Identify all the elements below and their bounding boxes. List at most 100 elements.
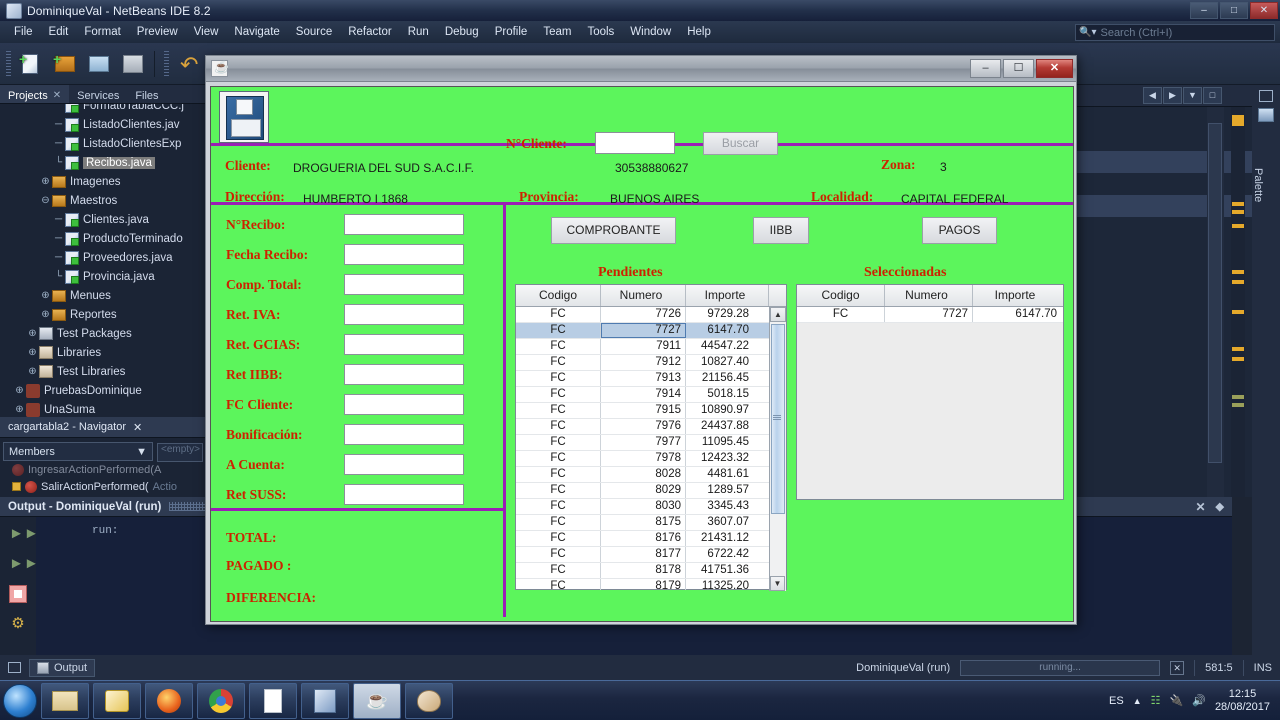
tree-item-imagenes[interactable]: ⊕ Imagenes: [0, 172, 205, 191]
tab-list-button[interactable]: ▼: [1183, 87, 1202, 104]
tree-item-menues[interactable]: ⊕ Menues: [0, 286, 205, 305]
taskbar-clock[interactable]: 12:15 28/08/2017: [1215, 688, 1274, 714]
editor-vertical-scrollbar[interactable]: [1207, 107, 1224, 497]
palette-icon[interactable]: [1258, 108, 1274, 122]
pagos-button[interactable]: PAGOS: [922, 217, 997, 244]
open-project-button[interactable]: [85, 49, 115, 79]
navigator-filter-input[interactable]: <empty>: [157, 443, 203, 462]
menu-help[interactable]: Help: [679, 24, 719, 40]
dialog-window-controls[interactable]: – ☐ ✕: [970, 59, 1073, 78]
navigator-member-list[interactable]: IngresarActionPerformed(A SalirActionPer…: [0, 461, 205, 495]
menu-file[interactable]: File: [6, 24, 41, 40]
dialog-minimize-button[interactable]: –: [970, 59, 1001, 78]
input-ret-gcias[interactable]: [344, 334, 464, 355]
table-row[interactable]: FC 8177 6722.42: [516, 547, 786, 563]
ide-close-button[interactable]: ✕: [1250, 2, 1278, 19]
table-row[interactable]: FC 7727 6147.70: [516, 323, 786, 339]
tree-item-clientes-java[interactable]: ─ Clientes.java: [0, 210, 205, 229]
paint-icon[interactable]: [405, 682, 453, 719]
tree-expander-icon[interactable]: ⊕: [13, 385, 26, 396]
tree-item-recibos-java[interactable]: └ Recibos.java: [0, 153, 205, 172]
list-item[interactable]: SalirActionPerformed(Actio: [12, 478, 205, 495]
tree-item-proveedores-java[interactable]: ─ Proveedores.java: [0, 248, 205, 267]
scrollbar-thumb[interactable]: [1208, 123, 1222, 463]
dialog-close-button[interactable]: ✕: [1036, 59, 1073, 78]
scroll-left-button[interactable]: ◀: [1143, 87, 1162, 104]
table-row[interactable]: FC 8028 4481.61: [516, 467, 786, 483]
scroll-up-icon[interactable]: ▲: [770, 307, 786, 322]
scroll-down-icon[interactable]: ▼: [770, 576, 785, 591]
column-header-importe[interactable]: Importe: [686, 285, 769, 306]
toolbar-grip[interactable]: [164, 50, 169, 77]
tree-expander-icon[interactable]: ⊕: [26, 366, 39, 377]
menu-profile[interactable]: Profile: [487, 24, 536, 40]
tree-expander-icon[interactable]: ⊕: [39, 290, 52, 301]
pendientes-scrollbar[interactable]: ▲ ▼: [769, 307, 786, 591]
close-icon[interactable]: ✕: [133, 421, 142, 434]
input-fecha-recibo[interactable]: [344, 244, 464, 265]
search-input[interactable]: 🔍▾ Search (Ctrl+I): [1075, 24, 1275, 41]
windows-start-icon[interactable]: [3, 683, 37, 718]
menu-view[interactable]: View: [186, 24, 227, 40]
dialog-title-bar[interactable]: – ☐ ✕: [206, 56, 1076, 82]
network-icon[interactable]: ☷: [1151, 694, 1161, 707]
input-fc-cliente[interactable]: [344, 394, 464, 415]
table-row[interactable]: FC 8175 3607.07: [516, 515, 786, 531]
usb-icon[interactable]: 🔌: [1170, 694, 1184, 707]
column-header-numero[interactable]: Numero: [885, 285, 973, 306]
tree-item-maestros[interactable]: ⊖ Maestros: [0, 191, 205, 210]
tab-files[interactable]: Files: [127, 85, 166, 103]
ide-minimize-button[interactable]: –: [1190, 2, 1218, 19]
new-file-button[interactable]: +: [17, 49, 47, 79]
column-header-codigo[interactable]: Codigo: [516, 285, 601, 306]
firefox-icon[interactable]: [145, 682, 193, 719]
table-row[interactable]: FC 7913 21156.45: [516, 371, 786, 387]
editor-error-strip[interactable]: [1231, 107, 1245, 497]
menu-source[interactable]: Source: [288, 24, 340, 40]
toolbar-grip[interactable]: [6, 50, 11, 77]
input-comp-total[interactable]: [344, 274, 464, 295]
column-header-codigo[interactable]: Codigo: [797, 285, 885, 306]
maximize-editor-button[interactable]: □: [1203, 87, 1222, 104]
scroll-right-button[interactable]: ▶: [1163, 87, 1182, 104]
tab-navigator[interactable]: cargartabla2 - Navigator ✕: [0, 417, 205, 438]
comprobante-button[interactable]: COMPROBANTE: [551, 217, 676, 244]
list-item[interactable]: IngresarActionPerformed(A: [12, 461, 205, 478]
window-mode-icon[interactable]: [8, 662, 21, 673]
table-row[interactable]: FC 8178 41751.36: [516, 563, 786, 579]
file-explorer-icon[interactable]: [41, 682, 89, 719]
netbeans-java-icon[interactable]: ☕: [353, 682, 401, 719]
column-header-numero[interactable]: Numero: [601, 285, 686, 306]
table-row[interactable]: FC 7977 11095.45: [516, 435, 786, 451]
outlook-icon[interactable]: [93, 682, 141, 719]
progress-bar[interactable]: running...: [960, 659, 1161, 676]
input-a-cuenta[interactable]: [344, 454, 464, 475]
tree-item-reportes[interactable]: ⊕ Reportes: [0, 305, 205, 324]
close-icon[interactable]: ✕: [53, 90, 61, 101]
show-hidden-icon[interactable]: ▲: [1133, 696, 1142, 706]
ide-window-controls[interactable]: – □ ✕: [1190, 2, 1278, 19]
tree-expander-icon[interactable]: ─: [52, 252, 65, 263]
dialog-maximize-button[interactable]: ☐: [1003, 59, 1034, 78]
input-ret-iva[interactable]: [344, 304, 464, 325]
tree-expander-icon[interactable]: ⊕: [26, 347, 39, 358]
menu-debug[interactable]: Debug: [437, 24, 487, 40]
pendientes-table[interactable]: Codigo Numero Importe FC 7726 9729.28 FC 772…: [515, 284, 787, 591]
stop-icon[interactable]: [9, 585, 27, 603]
tree-expander-icon[interactable]: ⊕: [39, 309, 52, 320]
new-project-button[interactable]: +: [51, 49, 81, 79]
language-indicator[interactable]: ES: [1109, 695, 1124, 707]
document-icon[interactable]: [249, 682, 297, 719]
tree-expander-icon[interactable]: └: [52, 157, 65, 168]
save-all-button[interactable]: [119, 49, 149, 79]
table-row[interactable]: FC 7911 44547.22: [516, 339, 786, 355]
rerun-all-icon[interactable]: ►►: [9, 555, 39, 573]
input-n-recibo[interactable]: [344, 214, 464, 235]
settings-icon[interactable]: ⚙: [9, 615, 27, 633]
table-row[interactable]: FC 8176 21431.12: [516, 531, 786, 547]
rerun-icon[interactable]: ►►: [9, 525, 39, 543]
status-output-chip[interactable]: Output: [29, 658, 96, 677]
float-icon[interactable]: ◆: [1216, 500, 1224, 513]
column-header-importe[interactable]: Importe: [973, 285, 1061, 306]
tree-item-libraries[interactable]: ⊕ Libraries: [0, 343, 205, 362]
